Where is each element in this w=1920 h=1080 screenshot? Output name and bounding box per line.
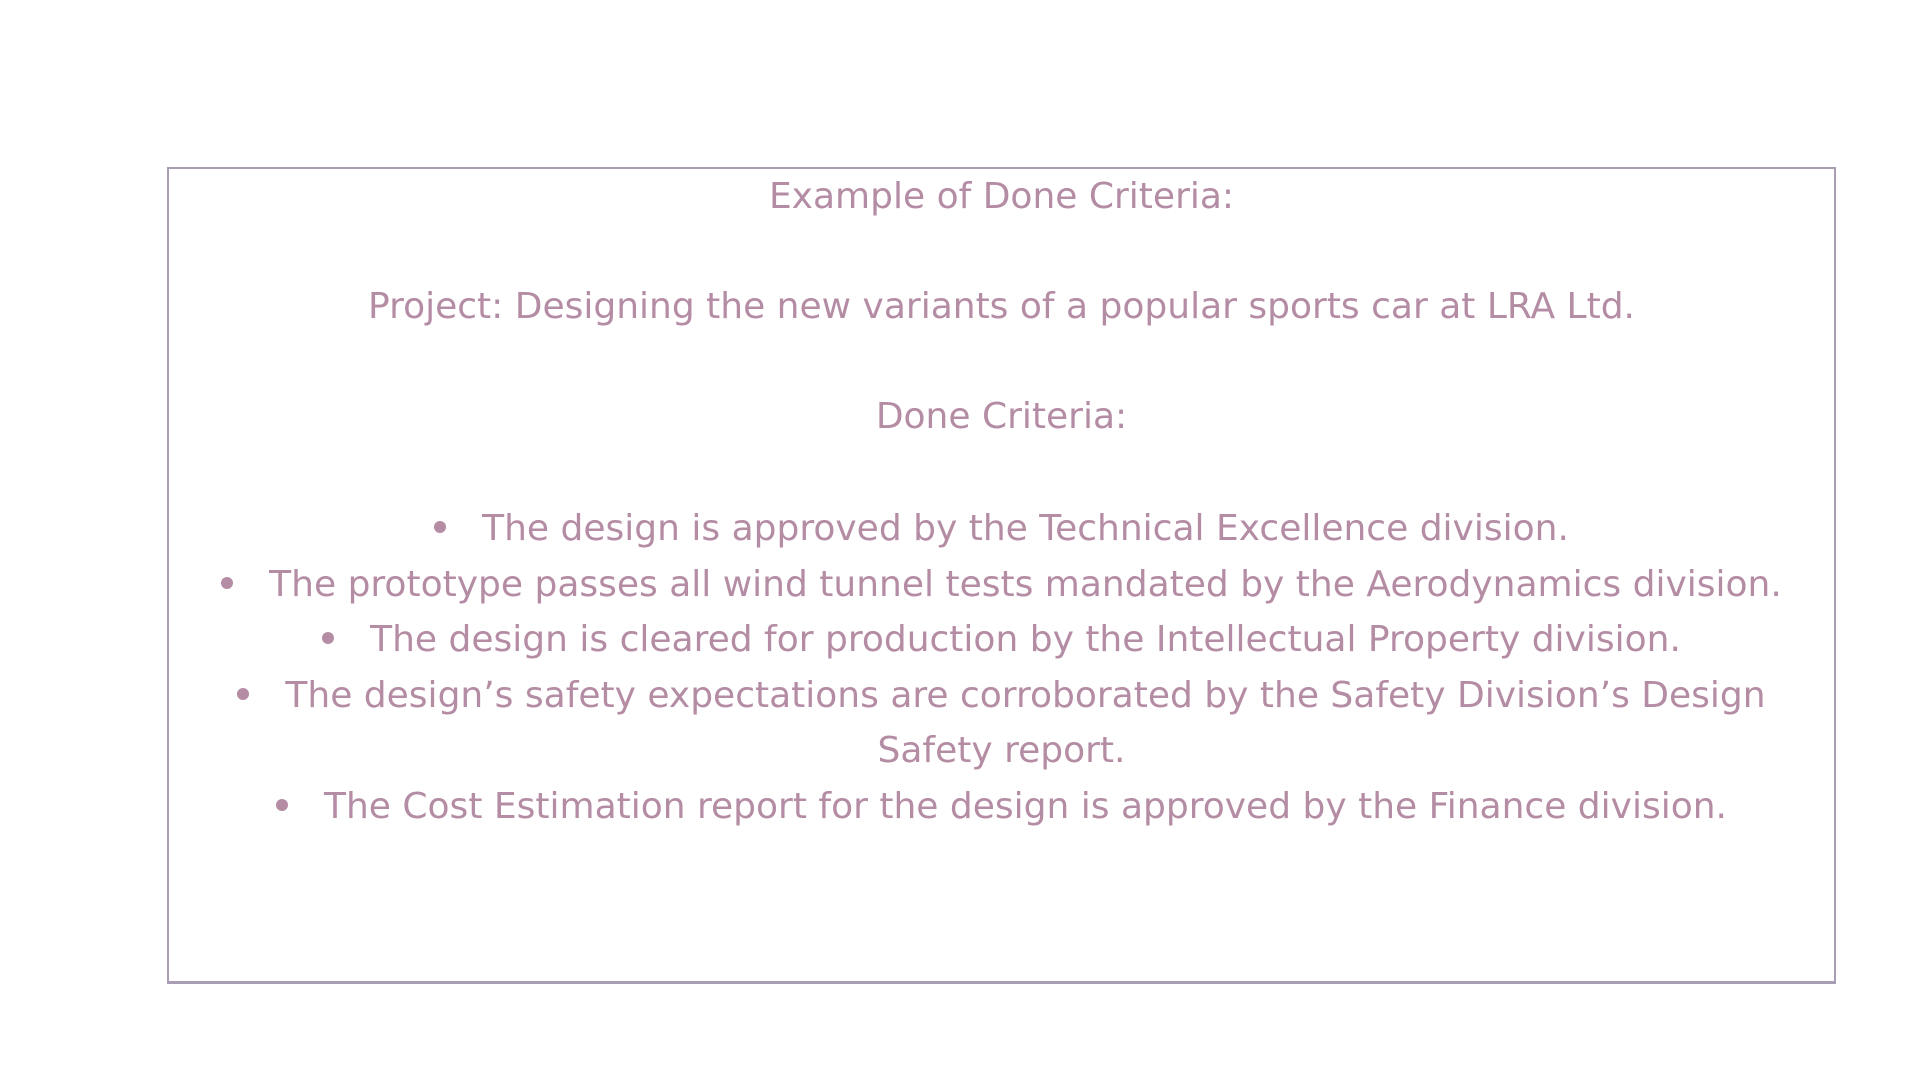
- criteria-item-text: The prototype passes all wind tunnel tes…: [269, 563, 1782, 605]
- criteria-list: The design is approved by the Technical …: [169, 501, 1834, 834]
- criteria-item: The design’s safety expectations are cor…: [169, 668, 1834, 779]
- criteria-item-text: The Cost Estimation report for the desig…: [324, 785, 1727, 827]
- bullet-dot-icon: [237, 687, 250, 700]
- criteria-item-text: The design’s safety expectations are cor…: [285, 674, 1766, 716]
- done-criteria-heading: Done Criteria:: [875, 396, 1128, 437]
- slide-title: Example of Done Criteria:: [768, 176, 1235, 217]
- bullet-dot-icon: [276, 798, 288, 811]
- criteria-item-text-continued: Safety report.: [877, 730, 1126, 771]
- criteria-item: The prototype passes all wind tunnel tes…: [169, 557, 1834, 613]
- done-criteria-box: Example of Done Criteria: Project: Desig…: [167, 167, 1836, 984]
- criteria-item: The Cost Estimation report for the desig…: [169, 779, 1834, 835]
- bullet-dot-icon: [434, 521, 447, 533]
- criteria-item-text: The design is cleared for production by …: [370, 619, 1681, 660]
- bullet-dot-icon: [322, 632, 335, 644]
- bullet-dot-icon: [221, 576, 234, 589]
- criteria-item: The design is cleared for production by …: [169, 612, 1834, 668]
- criteria-item-text: The design is approved by the Technical …: [482, 508, 1569, 549]
- criteria-item: The design is approved by the Technical …: [169, 501, 1834, 557]
- project-description: Project: Designing the new variants of a…: [368, 286, 1635, 327]
